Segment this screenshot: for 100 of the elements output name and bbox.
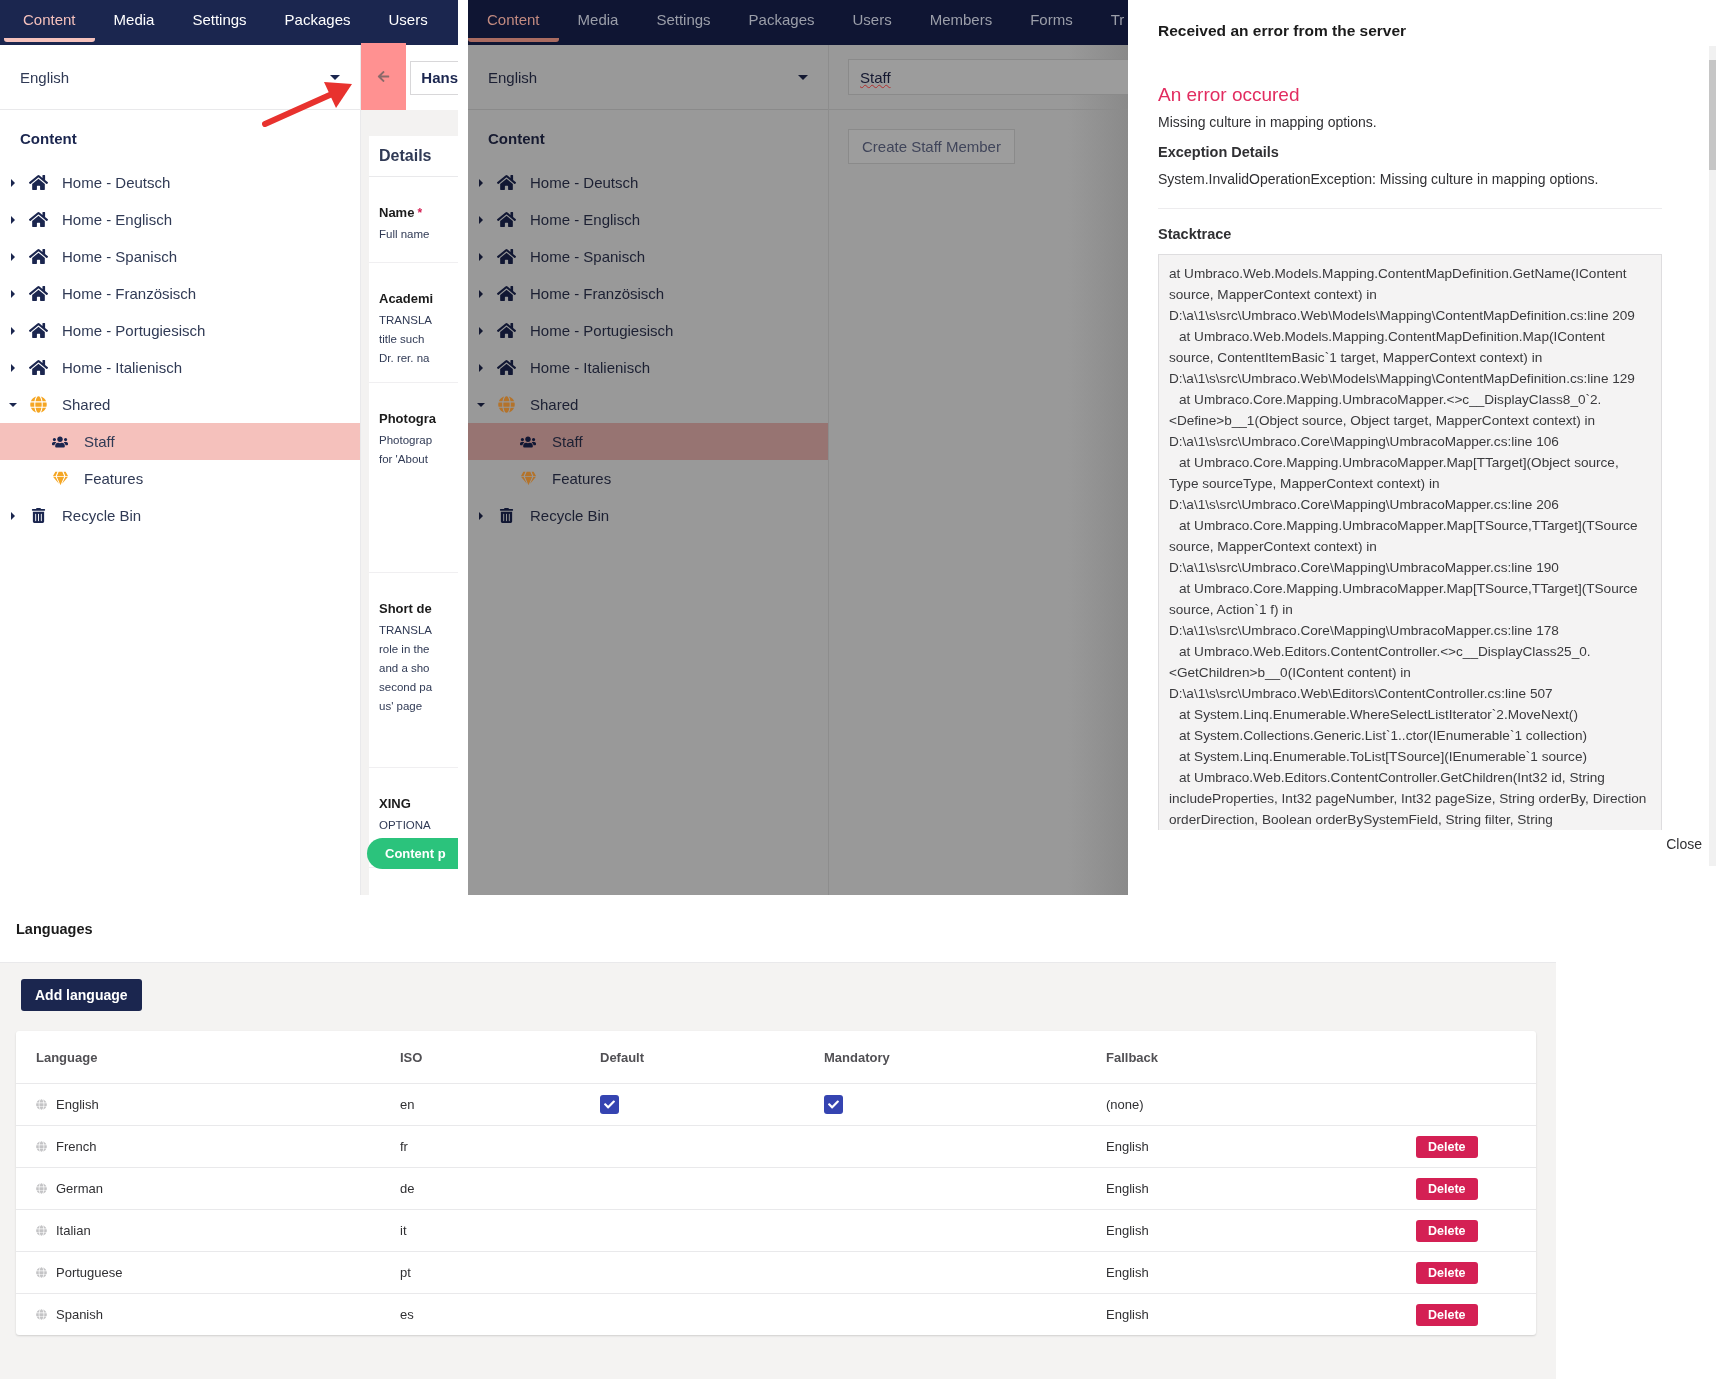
name-field[interactable]: Staff bbox=[848, 59, 1128, 95]
tree-item[interactable]: Home - Englisch bbox=[0, 201, 360, 238]
globe-icon bbox=[36, 1141, 47, 1152]
table-cell-text: English bbox=[1106, 1307, 1150, 1322]
globe-icon bbox=[36, 1309, 47, 1320]
caret-icon[interactable] bbox=[11, 326, 15, 335]
delete-button[interactable]: Delete bbox=[1416, 1135, 1478, 1158]
delete-button[interactable]: Delete bbox=[1416, 1177, 1478, 1200]
tree-item[interactable]: Features bbox=[468, 460, 828, 497]
globe-icon bbox=[36, 1267, 47, 1278]
dialog-title: Received an error from the server bbox=[1158, 22, 1408, 40]
caret-icon[interactable] bbox=[11, 178, 15, 187]
tree-item[interactable]: Staff bbox=[0, 423, 360, 460]
caret-icon[interactable] bbox=[479, 215, 483, 224]
house-icon bbox=[28, 321, 48, 340]
tree-item[interactable]: Home - Spanisch bbox=[468, 238, 828, 275]
section-title: Content bbox=[487, 129, 546, 149]
create-button[interactable]: Create Staff Member bbox=[848, 129, 1015, 164]
tree-item[interactable]: Staff bbox=[468, 423, 828, 460]
checkbox[interactable] bbox=[824, 1095, 843, 1114]
globe-icon bbox=[36, 1225, 47, 1236]
column-header: Default bbox=[600, 1049, 646, 1065]
tree-item[interactable]: Home - Englisch bbox=[468, 201, 828, 238]
name-field[interactable]: Hans bbox=[410, 60, 458, 95]
nav-tab[interactable]: Members bbox=[910, 2, 1012, 42]
column-header: Language bbox=[36, 1049, 99, 1065]
nav-tab[interactable]: Settings bbox=[173, 2, 266, 42]
caret-icon[interactable] bbox=[9, 402, 17, 407]
tree-item[interactable]: Home - Französisch bbox=[468, 275, 828, 312]
nav-tab[interactable]: Content bbox=[468, 2, 559, 42]
add-language-button[interactable]: Add language bbox=[21, 979, 142, 1011]
caret-icon[interactable] bbox=[479, 289, 483, 298]
caret-icon[interactable] bbox=[11, 215, 15, 224]
tree-item[interactable]: Features bbox=[0, 460, 360, 497]
caret-icon[interactable] bbox=[798, 74, 808, 80]
table-cell-text: en bbox=[400, 1097, 416, 1112]
caret-icon[interactable] bbox=[11, 363, 15, 372]
column-header: ISO bbox=[400, 1049, 424, 1065]
delete-button[interactable]: Delete bbox=[1416, 1219, 1478, 1242]
caret-icon[interactable] bbox=[11, 289, 15, 298]
field-description: role in the bbox=[379, 642, 431, 657]
nav-tab[interactable]: Media bbox=[94, 2, 174, 42]
tree-item[interactable]: Recycle Bin bbox=[0, 497, 360, 534]
tree-item[interactable]: Home - Italienisch bbox=[468, 349, 828, 386]
nav-tab[interactable]: Forms bbox=[1011, 2, 1092, 42]
caret-icon[interactable] bbox=[479, 511, 483, 520]
tree-item[interactable]: Shared bbox=[0, 386, 360, 423]
tree-item[interactable]: Home - Portugiesisch bbox=[468, 312, 828, 349]
nav-tab[interactable]: Media bbox=[558, 2, 638, 42]
caret-icon[interactable] bbox=[479, 326, 483, 335]
tree-item[interactable]: Home - Portugiesisch bbox=[0, 312, 360, 349]
stacktrace-text: at Umbraco.Web.Models.Mapping.ContentMapDefinition.GetName(IContent source, MapperContext context) in D:\a\1\s\src\Umbraco.Web\Models\Mapping\ContentMapDefinition.cs:line 209 at Umbraco.Web.Models.Mapping.ContentMapDefinition.Map(IContent source, ContentItemBasic`1 target, MapperContext context) in D:\a\1\s\src\Umbraco.Web\Models\Mapping\ContentMapDefinition.cs:line 129 at Umbraco.Core.Mapping.UmbracoMapper.<>c__DisplayClass8_0`2.<Define>b__1(Object source, Object target, MapperContext context) in D:\a\1\s\src\Umbraco.Core\Mapping\UmbracoMapper.cs:line 106 at Umbraco.Core.Mapping.UmbracoMapper.Map[TTarget](Object source, Type sourceType, MapperContext context) in D:\a\1\s\src\Umbraco.Core\Mapping\UmbracoMapper.cs:line 206 at Umbraco.Core.Mapping.UmbracoMapper.Map[TSource,TTarget](TSource source, MapperContext context) in D:\a\1\s\src\Umbraco.Core\Mapping\UmbracoMapper.cs:line 190 at Umbraco.Core.Mapping.UmbracoMapper.Map[TSource,TTarget](TSource source, Action`1 f) in D:\a\1\s\src\Umbraco.Core\Mapping\UmbracoMapper.cs:line 178 at Umbraco.Web.Editors.ContentController.<>c__DisplayClass25_0.<GetChildren>b__0(IContent content) in D:\a\1\s\src\Umbraco.Web\Editors\ContentController.cs:line 507 at System.Linq.Enumerable.WhereSelectListIterator`2.MoveNext() at System.Collections.Generic.List`1..ctor(IEnumerable`1 collection) at System.Linq.Enumerable.ToList[TSource](IEnumerable`1 source) at Umbraco.Web.Editors.ContentController.GetChildren(Int32 id, String includeProperties, Int32 pageNumber, Int32 pageSize, String orderBy, Direction orderDirection, Boolean orderBySystemField, String filter, String bbox=[1158, 254, 1662, 830]
tree-item[interactable]: Home - Französisch bbox=[0, 275, 360, 312]
house-icon bbox=[496, 321, 516, 340]
table-cell-text: English bbox=[1106, 1265, 1150, 1280]
nav-tab[interactable]: Users bbox=[369, 2, 447, 42]
diamond-icon bbox=[520, 471, 536, 486]
delete-button[interactable]: Delete bbox=[1416, 1261, 1478, 1284]
nav-tab[interactable]: Content bbox=[4, 2, 95, 42]
house-icon bbox=[28, 173, 48, 192]
checkbox[interactable] bbox=[600, 1095, 619, 1114]
tree-item[interactable]: Home - Italienisch bbox=[0, 349, 360, 386]
nav-tab[interactable]: Packages bbox=[729, 2, 834, 42]
back-button[interactable] bbox=[361, 43, 407, 110]
language-select[interactable]: English bbox=[488, 68, 538, 86]
check-icon bbox=[604, 1099, 615, 1110]
table-cell: French bbox=[56, 1139, 97, 1154]
close-button[interactable]: Close bbox=[1666, 836, 1702, 852]
section-title: Exception Details bbox=[1158, 144, 1280, 160]
nav-tab[interactable]: Packages bbox=[265, 2, 370, 42]
nav-tab[interactable]: Tr bbox=[1091, 2, 1128, 42]
error-message: Missing culture in mapping options. bbox=[1158, 114, 1378, 130]
language-select[interactable]: English bbox=[20, 68, 70, 86]
tree-item[interactable]: Home - Deutsch bbox=[0, 164, 360, 201]
caret-icon[interactable] bbox=[479, 363, 483, 372]
caret-icon[interactable] bbox=[477, 402, 485, 407]
globe-icon bbox=[29, 396, 47, 413]
field-description: for 'About bbox=[379, 452, 429, 467]
tree-item[interactable]: Home - Spanisch bbox=[0, 238, 360, 275]
tree-item[interactable]: Shared bbox=[468, 386, 828, 423]
delete-button[interactable]: Delete bbox=[1416, 1303, 1478, 1326]
field-description: Photograp bbox=[379, 433, 434, 448]
globe-icon bbox=[497, 396, 515, 413]
nav-tab[interactable]: Users bbox=[833, 2, 911, 42]
scrollbar[interactable] bbox=[1709, 46, 1716, 866]
field-label: Name bbox=[379, 205, 415, 220]
caret-icon[interactable] bbox=[479, 178, 483, 187]
table-cell: German bbox=[56, 1181, 103, 1196]
caret-icon[interactable] bbox=[11, 511, 15, 520]
table-cell-text: it bbox=[400, 1223, 408, 1238]
caret-icon[interactable] bbox=[11, 252, 15, 261]
tree-item[interactable]: Recycle Bin bbox=[468, 497, 828, 534]
table-cell-text: es bbox=[400, 1307, 415, 1322]
nav-tab[interactable]: Settings bbox=[637, 2, 730, 42]
tree-item[interactable]: Home - Deutsch bbox=[468, 164, 828, 201]
caret-icon[interactable] bbox=[479, 252, 483, 261]
field-description: title such bbox=[379, 332, 426, 347]
back-icon bbox=[377, 70, 391, 83]
column-header: Fallback bbox=[1106, 1049, 1160, 1065]
diamond-icon bbox=[52, 471, 68, 486]
